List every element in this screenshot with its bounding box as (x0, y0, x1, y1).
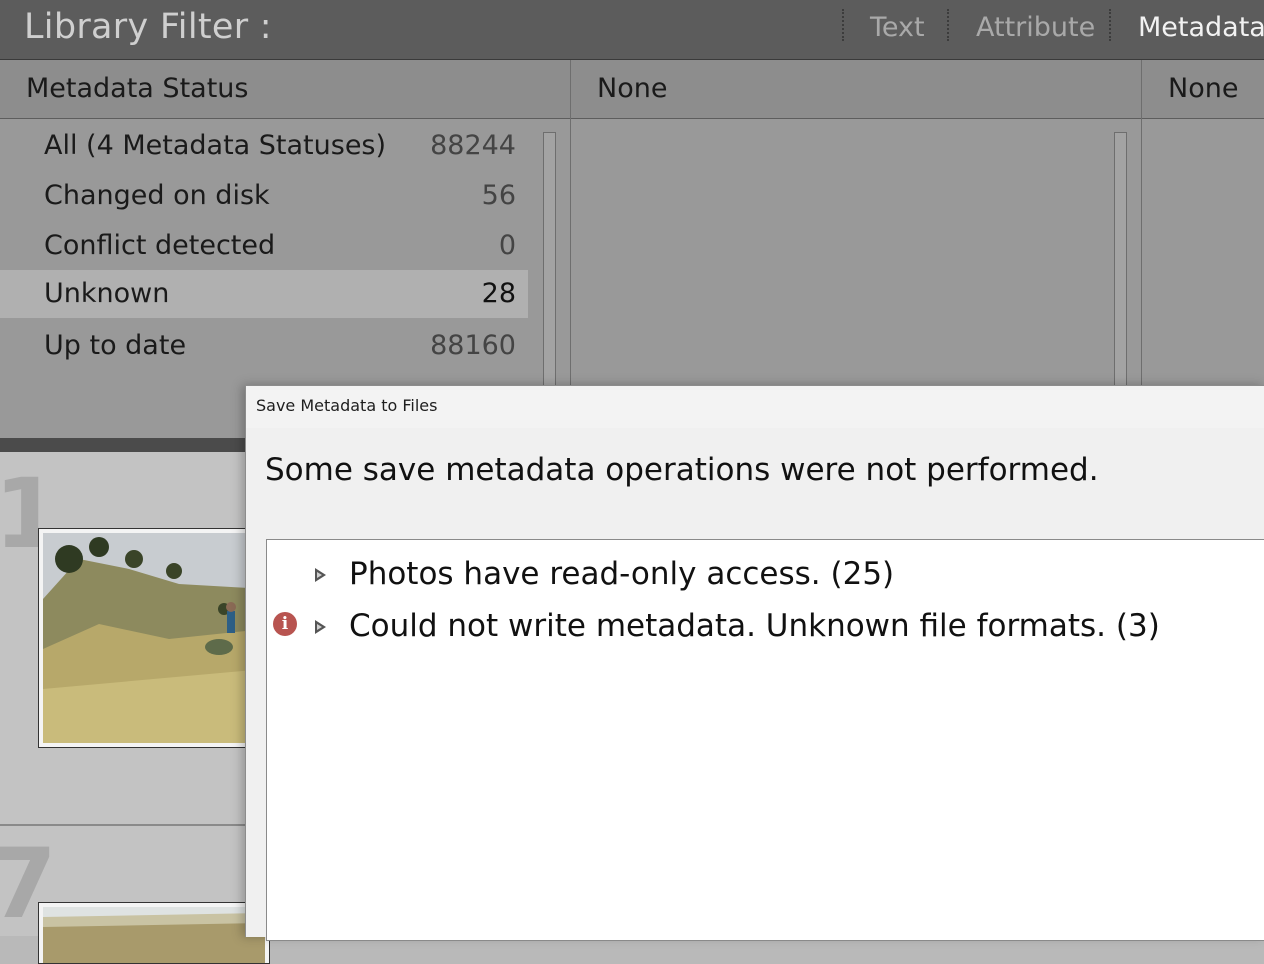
status-label: Changed on disk (44, 180, 270, 211)
tab-separator (842, 9, 844, 41)
status-label: Up to date (44, 330, 187, 361)
metadata-status-column: Metadata Status All (4 Metadata Statuses… (0, 60, 570, 443)
filter-column-3: None (1141, 60, 1264, 438)
status-count: 0 (498, 230, 516, 261)
issues-list: Photos have read-only access. (25) i Cou… (266, 539, 1264, 941)
dialog-title: Save Metadata to Files (256, 396, 438, 415)
status-row-all[interactable]: All (4 Metadata Statuses) 88244 (0, 122, 528, 170)
metadata-filter-columns: Metadata Status All (4 Metadata Statuses… (0, 60, 1264, 443)
status-count: 28 (481, 278, 516, 309)
tab-text[interactable]: Text (870, 12, 925, 43)
expand-triangle-icon[interactable] (315, 620, 326, 634)
issue-row-unknown-formats[interactable]: i Could not write metadata. Unknown file… (267, 600, 1264, 644)
issue-text: Photos have read-only access. (25) (349, 556, 895, 592)
status-row-unknown[interactable]: Unknown 28 (0, 270, 528, 318)
photo-thumbnail-image (43, 533, 265, 743)
column-header-label: Metadata Status (26, 73, 249, 104)
column-header-metadata-status[interactable]: Metadata Status (0, 60, 570, 119)
status-count: 88244 (430, 130, 516, 161)
photo-thumbnail[interactable] (38, 528, 270, 748)
column-header-label: None (597, 73, 668, 104)
status-count: 56 (481, 180, 516, 211)
status-label: Unknown (44, 278, 170, 309)
column-header-none[interactable]: None (1142, 60, 1264, 119)
photo-thumbnail-image (43, 907, 265, 963)
status-row-up-to-date[interactable]: Up to date 88160 (0, 322, 528, 370)
column-header-label: None (1168, 73, 1239, 104)
tab-separator (947, 9, 949, 41)
tab-metadata[interactable]: Metadata (1138, 12, 1264, 43)
tab-attribute[interactable]: Attribute (976, 12, 1095, 43)
status-label: Conflict detected (44, 230, 276, 261)
status-label: All (4 Metadata Statuses) (44, 130, 387, 161)
error-info-icon: i (273, 612, 297, 636)
photo-grid: 1 7 (0, 452, 270, 964)
dialog-message: Some save metadata operations were not p… (265, 452, 1099, 488)
column-header-none[interactable]: None (571, 60, 1141, 119)
issue-text: Could not write metadata. Unknown file f… (349, 608, 1160, 644)
save-metadata-dialog: Save Metadata to Files Some save metadat… (245, 385, 1264, 941)
issue-row-read-only[interactable]: Photos have read-only access. (25) (267, 548, 1264, 592)
library-filter-bar: Library Filter : Text Attribute Metadata (0, 0, 1264, 60)
expand-triangle-icon[interactable] (315, 568, 326, 582)
library-filter-title: Library Filter : (24, 7, 272, 47)
status-row-conflict-detected[interactable]: Conflict detected 0 (0, 222, 528, 270)
dialog-title-bar[interactable]: Save Metadata to Files (246, 386, 1264, 428)
grid-row-separator (0, 824, 260, 826)
photo-thumbnail[interactable] (38, 902, 270, 964)
filter-column-2: None (570, 60, 1141, 443)
status-count: 88160 (430, 330, 516, 361)
tab-separator (1109, 9, 1111, 41)
status-row-changed-on-disk[interactable]: Changed on disk 56 (0, 172, 528, 220)
